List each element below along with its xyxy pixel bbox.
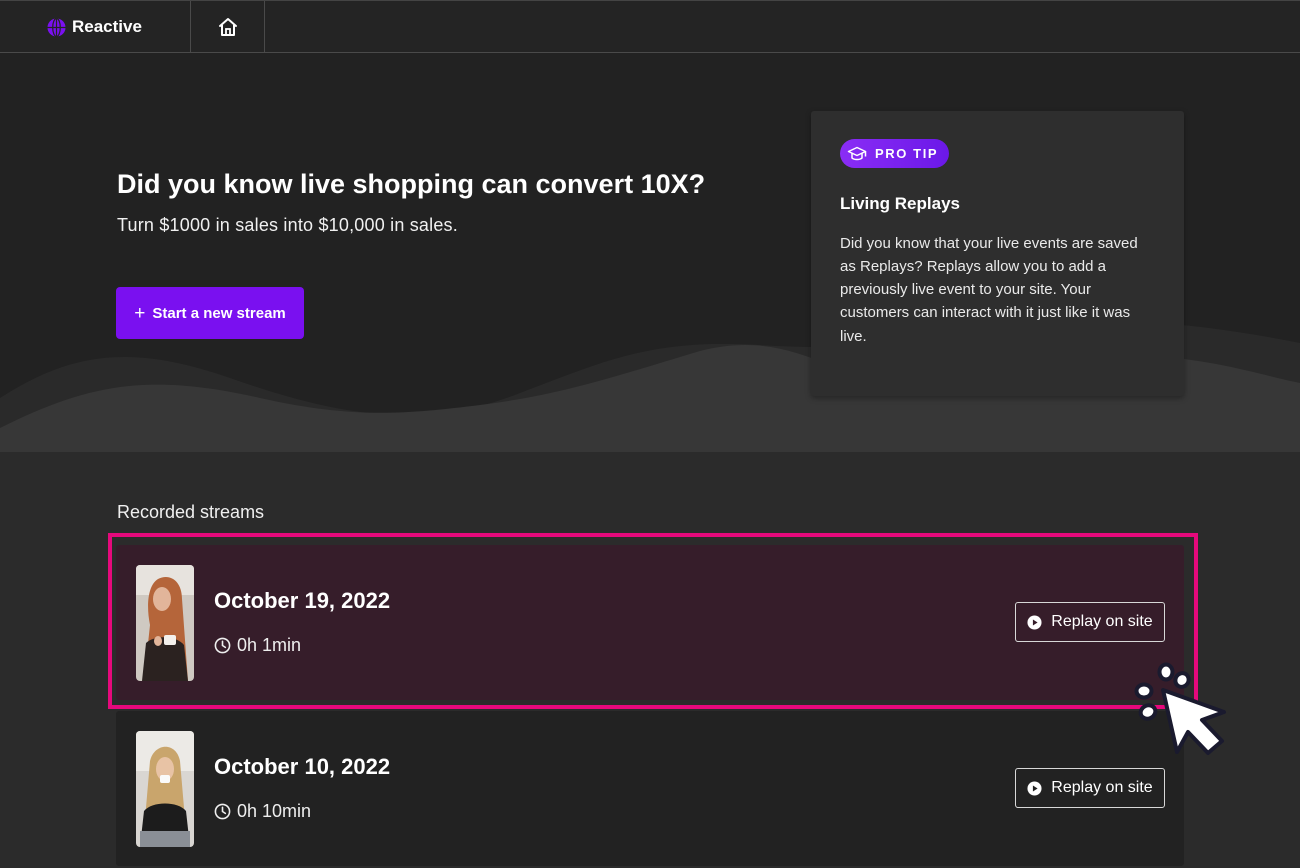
home-button[interactable] — [191, 1, 265, 53]
pro-tip-badge: PRO TIP — [840, 139, 950, 168]
hero-title: Did you know live shopping can convert 1… — [117, 169, 706, 199]
start-new-stream-label: Start a new stream — [152, 304, 286, 322]
replay-on-site-button[interactable]: Replay on site — [1015, 768, 1165, 808]
plus-icon: + — [134, 302, 146, 324]
recorded-streams-heading: Recorded streams — [117, 502, 265, 522]
clock-icon — [214, 803, 231, 820]
pro-tip-card: PRO TIP Living Replays Did you know that… — [811, 111, 1184, 396]
home-icon — [218, 18, 237, 36]
stream-duration: 0h 10min — [214, 801, 311, 822]
stream-thumbnail — [136, 731, 194, 847]
highlight-outline — [108, 533, 1198, 709]
brand-name: Reactive — [72, 17, 142, 36]
brand[interactable]: Reactive — [0, 1, 191, 53]
hero-section: Did you know live shopping can convert 1… — [0, 53, 1300, 452]
replay-on-site-label: Replay on site — [1051, 779, 1153, 796]
hero-subtitle: Turn $1000 in sales into $10,000 in sale… — [117, 215, 458, 235]
pro-tip-body: Did you know that your live events are s… — [840, 234, 1138, 345]
stream-duration-value: 0h 10min — [237, 801, 312, 821]
globe-icon — [47, 17, 66, 37]
pro-tip-badge-label: PRO TIP — [875, 146, 939, 161]
pro-tip-title: Living Replays — [840, 193, 960, 213]
top-bar: Reactive — [0, 0, 1300, 53]
start-new-stream-button[interactable]: + Start a new stream — [116, 287, 304, 339]
stream-date: October 10, 2022 — [214, 754, 391, 779]
play-circle-icon — [1027, 780, 1042, 796]
stream-row[interactable]: October 10, 2022 0h 10min Replay on site — [116, 711, 1184, 866]
page: Reactive Did you know live shopping can … — [0, 0, 1300, 868]
graduation-cap-icon — [847, 146, 867, 160]
click-cursor-icon — [1134, 662, 1226, 755]
